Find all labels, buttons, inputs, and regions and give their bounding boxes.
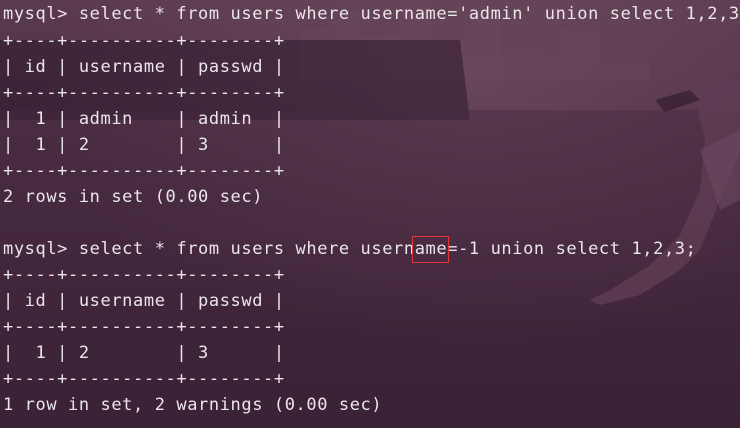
terminal-window[interactable]: mysql> select * from users where usernam… — [0, 0, 740, 428]
prompt-before-text: mysql> select * from users where usernam… — [3, 239, 459, 259]
table-header-row: | id | username | passwd | — [3, 291, 285, 311]
table-border-mid: +----+----------+--------+ — [3, 317, 285, 337]
table-border-top: +----+----------+--------+ — [3, 31, 285, 51]
result-status: 2 rows in set (0.00 sec) — [3, 187, 264, 207]
sql-prompt-line: mysql> select * from users where usernam… — [3, 4, 740, 24]
table-row: | 1 | admin | admin | — [3, 109, 285, 129]
prompt-after-text: union select 1,2,3; — [479, 239, 697, 259]
table-border-mid: +----+----------+--------+ — [3, 83, 285, 103]
table-border-bottom: +----+----------+--------+ — [3, 369, 285, 389]
table-header-row: | id | username | passwd | — [3, 57, 285, 77]
highlighted-injection-value: -1 — [458, 239, 480, 259]
sql-prompt-line: mysql> select * from users where usernam… — [3, 239, 696, 259]
red-highlight-box — [412, 236, 449, 263]
result-status: 1 row in set, 2 warnings (0.00 sec) — [3, 395, 383, 415]
table-border-bottom: +----+----------+--------+ — [3, 161, 285, 181]
table-border-top: +----+----------+--------+ — [3, 265, 285, 285]
table-row: | 1 | 2 | 3 | — [3, 343, 285, 363]
table-row: | 1 | 2 | 3 | — [3, 135, 285, 155]
